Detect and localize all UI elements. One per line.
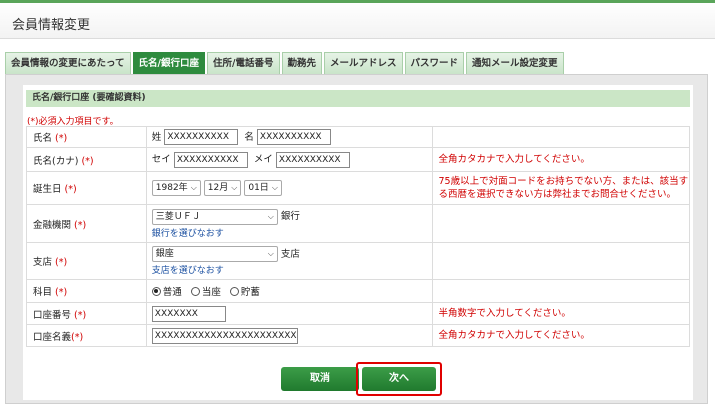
form-area: 氏名/銀行口座 (要確認資料) (*)必須入力項目です。 氏名 (*) 姓 XX… — [23, 85, 693, 400]
bank-value: 三菱ＵＦＪ — [155, 211, 201, 222]
row-name: 氏名 (*) 姓 XXXXXXXXXX 名 XXXXXXXXXX — [26, 126, 690, 148]
row-account-name: 口座名義(*) XXXXXXXXXXXXXXXXXXXXXXX 全角カタカナで入… — [26, 324, 690, 347]
tab-notification-settings[interactable]: 通知メール設定変更 — [466, 52, 564, 74]
content-panel: 氏名/銀行口座 (要確認資料) (*)必須入力項目です。 氏名 (*) 姓 XX… — [5, 74, 708, 404]
bank-label: 金融機関 — [33, 219, 72, 231]
branch-value: 銀座 — [155, 249, 174, 260]
radio-ordinary[interactable] — [151, 286, 161, 296]
account-number-label: 口座番号 — [33, 309, 72, 321]
required-mark: (*) — [55, 133, 68, 144]
last-name-prefix: 姓 — [151, 131, 162, 143]
bank-suffix: 銀行 — [280, 211, 300, 223]
required-mark: (*) — [74, 219, 87, 231]
radio-ordinary-label: 普通 — [162, 287, 182, 298]
tab-about-change[interactable]: 会員情報の変更にあたって — [5, 52, 131, 74]
account-name-note: 全角カタカナで入力してください。 — [432, 324, 690, 347]
name-label: 氏名 — [33, 133, 53, 144]
cancel-button[interactable]: 取消 — [281, 367, 359, 391]
birth-year-select[interactable]: 1982年 ⌵ — [151, 180, 201, 196]
branch-select[interactable]: 銀座 ⌵ — [151, 246, 278, 263]
reselect-bank-link[interactable]: 銀行を選びなおす — [152, 226, 433, 239]
branch-label: 支店 — [33, 257, 53, 268]
birth-day-value: 01日 — [248, 183, 269, 193]
tab-name-bank[interactable]: 氏名/銀行口座 — [132, 52, 206, 74]
required-mark: (*) — [55, 287, 68, 298]
radio-current-label: 当座 — [201, 287, 221, 298]
tab-workplace[interactable]: 勤務先 — [281, 52, 323, 74]
account-name-input[interactable]: XXXXXXXXXXXXXXXXXXXXXXX — [151, 327, 298, 344]
birth-month-select[interactable]: 12月 ⌵ — [203, 180, 242, 196]
row-bank: 金融機関 (*) 三菱ＵＦＪ ⌵ 銀行 銀行を選びなおす — [26, 204, 690, 243]
birthday-label: 誕生日 — [33, 184, 62, 195]
radio-current[interactable] — [190, 286, 200, 296]
required-mark: (*) — [74, 309, 87, 321]
first-kana-prefix: メイ — [253, 154, 273, 166]
row-branch: 支店 (*) 銀座 ⌵ 支店 支店を選びなおす — [26, 242, 690, 280]
account-number-input[interactable]: XXXXXXX — [151, 305, 226, 322]
tab-email[interactable]: メールアドレス — [324, 52, 403, 74]
next-button[interactable]: 次へ — [362, 367, 436, 391]
birth-day-select[interactable]: 01日 ⌵ — [244, 180, 282, 196]
page-header: 会員情報変更 — [0, 0, 715, 39]
first-name-input[interactable]: XXXXXXXXXX — [256, 129, 331, 146]
bank-select[interactable]: 三菱ＵＦＪ ⌵ — [151, 208, 278, 225]
chevron-down-icon: ⌵ — [190, 183, 197, 192]
required-mark: (*) — [55, 257, 68, 268]
birthday-note: 75歳以上で対面コードをお持ちでない方、または、該当する西暦を選択できない方は弊… — [432, 171, 690, 205]
birth-year-value: 1982年 — [155, 183, 188, 193]
member-form-table: 氏名 (*) 姓 XXXXXXXXXX 名 XXXXXXXXXX 氏名(カナ) … — [26, 126, 690, 347]
last-name-input[interactable]: XXXXXXXXXX — [164, 129, 239, 146]
reselect-branch-link[interactable]: 支店を選びなおす — [152, 263, 433, 276]
chevron-down-icon: ⌵ — [231, 183, 238, 192]
radio-savings-label: 貯蓄 — [240, 287, 260, 298]
chevron-down-icon: ⌵ — [271, 183, 278, 192]
chevron-down-icon: ⌵ — [267, 211, 274, 221]
chevron-down-icon: ⌵ — [267, 249, 274, 259]
required-mark: (*) — [64, 184, 77, 195]
account-type-label: 科目 — [33, 287, 53, 298]
branch-suffix: 支店 — [280, 248, 300, 260]
kana-note: 全角カタカナで入力してください。 — [432, 147, 690, 172]
required-mark: (*) — [71, 331, 84, 343]
row-account-type: 科目 (*) 普通 当座 貯蓄 — [26, 279, 690, 303]
tab-address-phone[interactable]: 住所/電話番号 — [207, 52, 280, 74]
tab-bar: 会員情報の変更にあたって 氏名/銀行口座 住所/電話番号 勤務先 メールアドレス… — [5, 52, 566, 74]
account-name-label: 口座名義 — [33, 331, 72, 343]
row-account-number: 口座番号 (*) XXXXXXX 半角数字で入力してください。 — [26, 302, 690, 325]
last-kana-input[interactable]: XXXXXXXXXX — [173, 151, 248, 168]
radio-savings[interactable] — [229, 286, 239, 296]
birth-month-value: 12月 — [207, 183, 229, 193]
section-title: 氏名/銀行口座 (要確認資料) — [26, 90, 690, 107]
first-kana-input[interactable]: XXXXXXXXXX — [275, 151, 350, 168]
kana-label: 氏名(カナ) — [33, 155, 79, 167]
first-name-prefix: 名 — [244, 131, 254, 143]
row-kana: 氏名(カナ) (*) セイ XXXXXXXXXX メイ XXXXXXXXXX 全… — [26, 147, 690, 172]
required-mark: (*) — [81, 155, 94, 167]
page-title: 会員情報変更 — [12, 18, 91, 33]
last-kana-prefix: セイ — [151, 154, 171, 166]
account-number-note: 半角数字で入力してください。 — [432, 302, 690, 325]
tab-password[interactable]: パスワード — [404, 52, 465, 74]
row-birthday: 誕生日 (*) 1982年 ⌵ 12月 ⌵ 01日 ⌵ 75歳以上で対面コードをお持ち… — [26, 171, 690, 205]
